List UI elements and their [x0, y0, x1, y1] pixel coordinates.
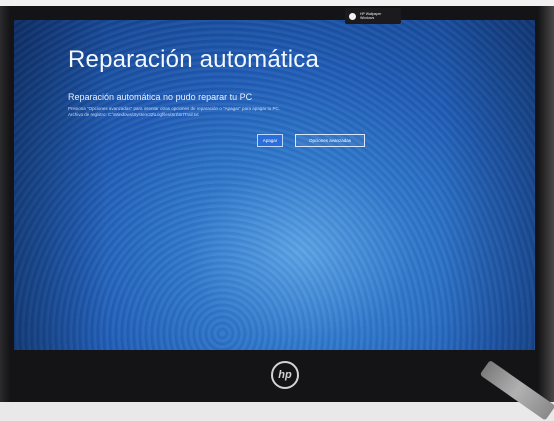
bezel-left-shade	[0, 6, 10, 402]
description-line-2: Archivo de registro: C:\Windows\System32…	[68, 112, 199, 117]
bezel-right-shade	[538, 6, 554, 402]
shutdown-button[interactable]: Apagar	[257, 134, 283, 147]
notification-chip[interactable]: HP Wallpaper Windows	[345, 8, 401, 24]
notification-line-2: Windows	[360, 16, 375, 20]
page-title: Reparación automática	[68, 46, 320, 73]
laptop-screen: Reparación automática Reparación automát…	[14, 20, 535, 350]
advanced-options-button[interactable]: Opciones avanzadas	[295, 134, 365, 147]
repair-description: Presiona "Opciones avanzadas" para inten…	[68, 106, 508, 118]
notification-text: HP Wallpaper Windows	[360, 12, 381, 20]
notification-icon	[349, 12, 356, 20]
hp-logo: hp	[271, 361, 299, 389]
action-buttons: Apagar Opciones avanzadas	[257, 134, 365, 147]
repair-panel: Reparación automática Reparación automát…	[68, 46, 508, 118]
repair-subtitle: Reparación automática no pudo reparar tu…	[68, 92, 253, 102]
